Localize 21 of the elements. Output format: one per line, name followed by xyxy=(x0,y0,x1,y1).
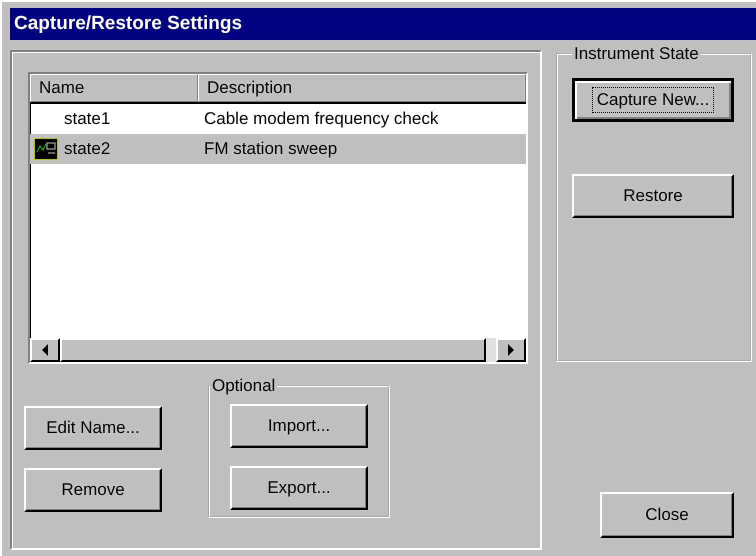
group-label: Optional xyxy=(211,376,276,396)
restore-button[interactable]: Restore xyxy=(572,174,734,218)
list-row[interactable]: state2 FM station sweep xyxy=(30,134,526,164)
column-header[interactable]: Description xyxy=(198,74,526,102)
group-label: Instrument State xyxy=(573,44,700,64)
state-name: state2 xyxy=(63,139,112,159)
action-button[interactable]: Export... xyxy=(230,466,368,510)
window-title: Capture/Restore Settings xyxy=(10,8,756,40)
scroll-right-icon[interactable] xyxy=(508,344,514,356)
capture-button[interactable]: Capture New... xyxy=(572,78,734,122)
scrollbar-track[interactable] xyxy=(486,338,496,362)
state-description: FM station sweep xyxy=(203,139,338,159)
state-description: Cable modem frequency check xyxy=(203,109,438,129)
action-button[interactable]: Remove xyxy=(24,468,162,512)
state-name: state1 xyxy=(63,109,112,129)
action-button[interactable]: Edit Name... xyxy=(24,406,162,450)
scroll-left-icon[interactable] xyxy=(42,344,48,356)
column-header[interactable]: Name xyxy=(30,74,198,102)
action-button[interactable]: Import... xyxy=(230,404,368,448)
close-button[interactable]: Close xyxy=(600,492,734,538)
list-row[interactable]: state1 Cable modem frequency check xyxy=(30,104,526,134)
